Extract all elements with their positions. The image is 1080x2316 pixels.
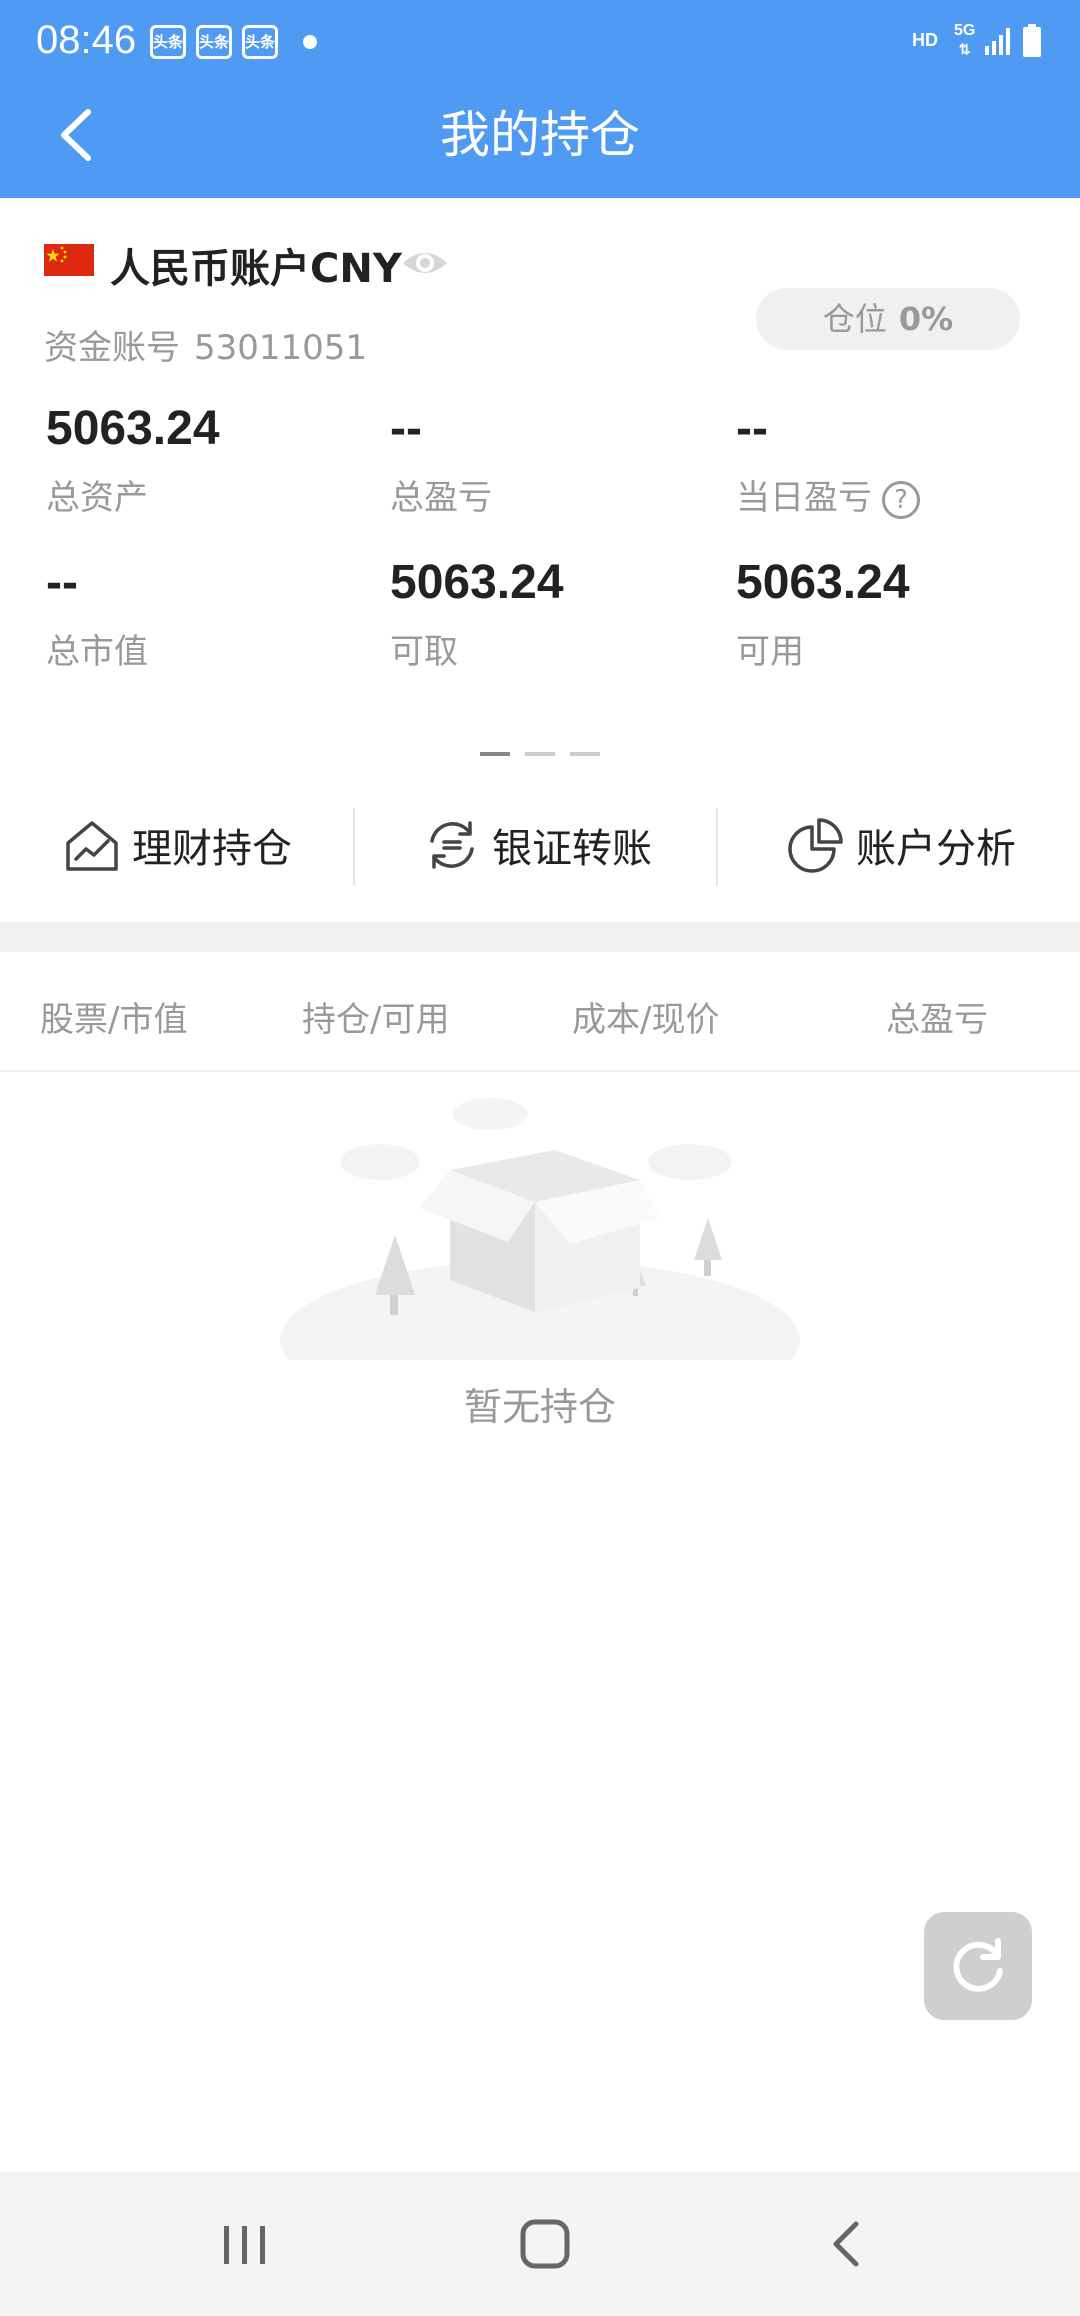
status-time: 08:46 [36, 18, 137, 62]
metric-value: 5063.24 [46, 402, 220, 455]
notification-dot-icon [303, 35, 317, 49]
toutiao-notification-icon: 头条 [150, 25, 186, 59]
holdings-table-header: 股票/市值 持仓/可用 成本/现价 总盈亏 [0, 952, 1080, 1072]
metric-total-assets: 5063.24 总资产 [46, 400, 220, 520]
metric-value: -- [46, 556, 78, 609]
column-header-pnl[interactable]: 总盈亏 [886, 992, 988, 1041]
pager-dot-active[interactable] [480, 752, 510, 756]
metric-value: -- [390, 402, 422, 455]
account-analysis-button[interactable]: 账户分析 [786, 800, 1016, 890]
metric-label-row: 当日盈亏? [736, 476, 920, 520]
action-label: 银证转账 [492, 826, 652, 872]
recent-apps-icon[interactable] [210, 2212, 280, 2276]
metric-label: 总市值 [46, 632, 148, 672]
divider [353, 808, 355, 886]
pager-dot[interactable] [525, 752, 555, 756]
column-header-stock[interactable]: 股票/市值 [40, 992, 187, 1041]
system-nav-bar [0, 2172, 1080, 2316]
metric-daily-pnl: -- 当日盈亏? [736, 400, 920, 520]
position-label: 仓位 [822, 300, 887, 338]
account-number-label: 资金账号 [44, 328, 180, 368]
wealth-holdings-button[interactable]: 理财持仓 [62, 800, 292, 890]
toutiao-notification-icon: 头条 [242, 25, 278, 59]
metric-withdrawable: 5063.24 可取 [390, 554, 564, 674]
empty-state-text: 暂无持仓 [463, 1385, 616, 1429]
position-ratio-badge: 仓位 0% [756, 288, 1020, 350]
column-header-cost[interactable]: 成本/现价 [572, 992, 719, 1041]
account-name: 人民币账户CNY [110, 246, 402, 292]
metric-value: 5063.24 [390, 556, 564, 609]
metric-value: -- [736, 402, 768, 455]
system-back-icon[interactable] [812, 2212, 882, 2276]
network-5g-indicator: 5G ⇅ [954, 22, 975, 58]
pager-dot[interactable] [570, 752, 600, 756]
metric-market-value: -- 总市值 [46, 554, 148, 674]
action-label: 理财持仓 [132, 826, 292, 872]
account-number: 53011051 [194, 328, 368, 368]
help-question-icon[interactable]: ? [882, 480, 920, 519]
metric-value: 5063.24 [736, 556, 910, 609]
home-icon[interactable] [510, 2212, 580, 2276]
page-title: 我的持仓 [440, 106, 640, 164]
top-bar: 08:46 头条 头条 头条 HD 5G ⇅ 我的持仓 [0, 0, 1080, 198]
action-label: 账户分析 [856, 826, 1016, 872]
section-gap [0, 922, 1080, 952]
metric-label: 总资产 [46, 478, 148, 518]
toutiao-notification-icon: 头条 [196, 25, 232, 59]
transfer-cycle-icon [430, 821, 474, 869]
refresh-button[interactable] [924, 1912, 1032, 2020]
battery-icon [1023, 24, 1041, 57]
metric-label: 总盈亏 [390, 478, 492, 518]
metric-label: 可取 [390, 632, 458, 672]
network-5g-label: 5G [954, 22, 976, 39]
column-header-position[interactable]: 持仓/可用 [302, 992, 449, 1041]
eye-visibility-icon[interactable] [400, 238, 450, 288]
empty-box-illustration [280, 1098, 800, 1360]
metric-total-pnl: -- 总盈亏 [390, 400, 492, 520]
hd-indicator: HD [912, 30, 938, 50]
metric-available: 5063.24 可用 [736, 554, 910, 674]
metric-label: 可用 [736, 632, 804, 672]
china-flag-icon [44, 244, 94, 276]
signal-icon [985, 28, 1010, 55]
status-bar: 08:46 头条 头条 头条 HD 5G ⇅ [0, 0, 1080, 86]
data-arrows-icon: ⇅ [958, 41, 971, 57]
refresh-icon [953, 1938, 1003, 1992]
account-number-row: 资金账号 53011051 [44, 320, 367, 369]
pie-chart-icon [788, 818, 843, 873]
bank-transfer-button[interactable]: 银证转账 [422, 800, 652, 890]
metric-label: 当日盈亏 [736, 478, 872, 518]
divider [716, 808, 718, 886]
position-value: 0% [898, 300, 954, 338]
house-chart-icon [66, 821, 118, 871]
